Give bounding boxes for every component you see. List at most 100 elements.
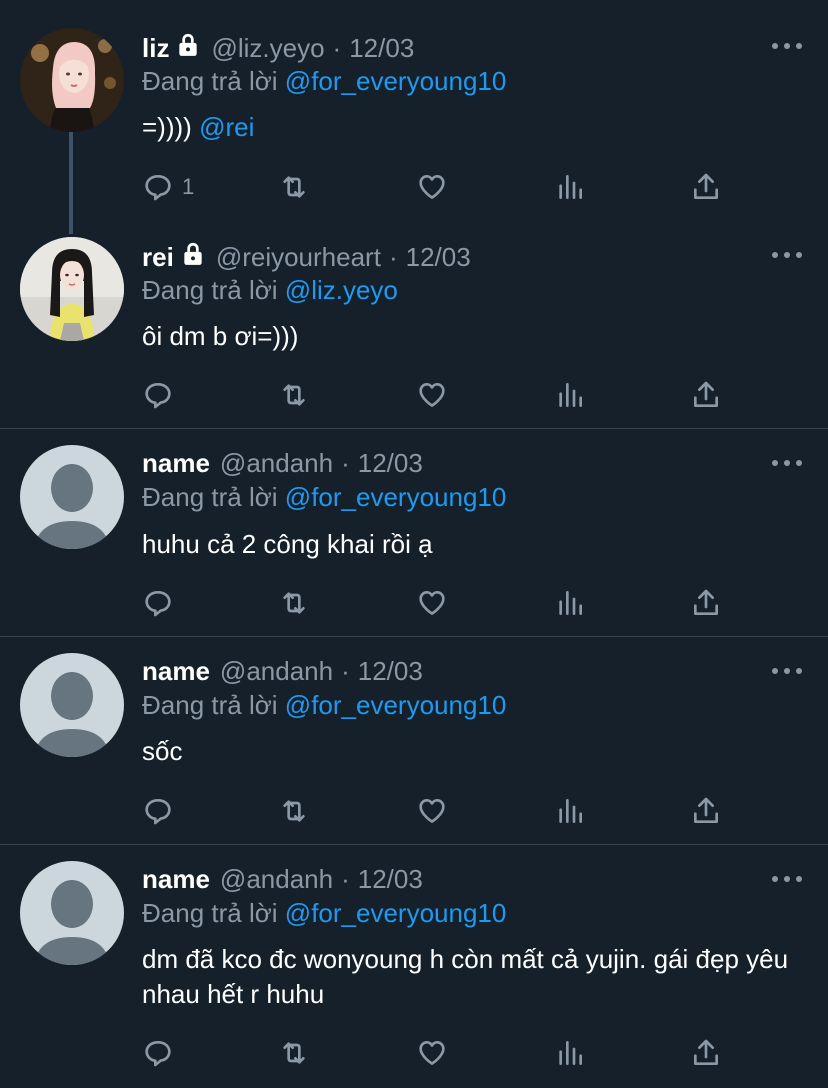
like-icon [419, 383, 445, 407]
retweet-icon [283, 592, 305, 614]
share-icon [694, 381, 718, 407]
views-button[interactable] [554, 378, 586, 412]
display-name[interactable]: name [142, 448, 210, 479]
default-avatar[interactable] [20, 861, 124, 965]
divider [0, 428, 828, 429]
views-button[interactable] [554, 794, 586, 828]
reply-icon [145, 383, 171, 409]
share-button[interactable] [690, 378, 722, 412]
tweet-text: huhu cả 2 công khai rồi ạ [142, 529, 433, 559]
views-button[interactable] [554, 1036, 586, 1070]
separator-dot: · [341, 863, 350, 894]
share-button[interactable] [690, 170, 722, 204]
default-avatar[interactable] [20, 445, 124, 549]
retweet-button[interactable] [278, 1036, 310, 1070]
retweet-icon [283, 800, 305, 822]
tweet-date[interactable]: 12/03 [358, 448, 423, 479]
separator-dot: · [332, 32, 342, 63]
tweet-date[interactable]: 12/03 [406, 242, 471, 273]
like-button[interactable] [416, 794, 448, 828]
reply-context: Đang trả lời @for_everyoung10 [142, 690, 506, 721]
reply-button[interactable] [142, 1036, 174, 1070]
more-icon[interactable] [772, 458, 802, 468]
like-icon [419, 1041, 445, 1065]
separator-dot: · [341, 447, 350, 478]
tweet-header: liz @liz.yeyo · 12/03 [142, 31, 414, 65]
like-button[interactable] [416, 170, 448, 204]
reply-prefix: Đang trả lời [142, 690, 278, 720]
share-icon [694, 1039, 718, 1065]
reply-context: Đang trả lời @for_everyoung10 [142, 482, 506, 513]
retweet-button[interactable] [278, 170, 310, 204]
tweet-header: name @andanh · 12/03 [142, 446, 423, 480]
views-icon [559, 383, 582, 407]
reply-button[interactable]: 1 [142, 170, 194, 204]
like-icon [419, 175, 445, 199]
reply-mention[interactable]: @for_everyoung10 [285, 898, 507, 928]
user-handle[interactable]: @andanh [220, 656, 333, 687]
display-name[interactable]: name [142, 656, 210, 687]
reply-icon [145, 591, 171, 617]
separator-dot: · [388, 241, 398, 272]
tweet-date[interactable]: 12/03 [358, 864, 423, 895]
more-icon[interactable] [772, 874, 802, 884]
like-button[interactable] [416, 378, 448, 412]
more-icon[interactable] [772, 666, 802, 676]
tweet-header: name @andanh · 12/03 [142, 862, 423, 896]
reply-icon [145, 175, 171, 201]
default-avatar[interactable] [20, 653, 124, 757]
more-icon[interactable] [772, 41, 802, 51]
reply-button[interactable] [142, 586, 174, 620]
user-handle[interactable]: @reiyourheart [216, 242, 381, 273]
reply-count: 1 [182, 174, 195, 199]
display-name[interactable]: liz [142, 33, 169, 64]
reply-context: Đang trả lời @for_everyoung10 [142, 898, 506, 929]
tweet-date[interactable]: 12/03 [349, 33, 414, 64]
tweet-text: dm đã kco đc wonyoung h còn mất cả yujin… [142, 944, 789, 1009]
divider [0, 636, 828, 637]
share-button[interactable] [690, 794, 722, 828]
reply-prefix: Đang trả lời [142, 66, 278, 96]
display-name[interactable]: name [142, 864, 210, 895]
share-button[interactable] [690, 1036, 722, 1070]
views-icon [559, 799, 582, 823]
user-handle[interactable]: @andanh [220, 448, 333, 479]
reply-button[interactable] [142, 794, 174, 828]
tweet-text-body: =)))) [142, 112, 192, 142]
views-icon [559, 175, 582, 199]
more-icon[interactable] [772, 250, 802, 260]
reply-button[interactable] [142, 378, 174, 412]
like-icon [419, 591, 445, 615]
avatar-rei[interactable] [20, 237, 124, 341]
retweet-button[interactable] [278, 794, 310, 828]
lock-icon [180, 241, 206, 274]
lock-icon [175, 32, 201, 65]
tweet-text: ôi dm b ơi=))) [142, 321, 299, 351]
like-button[interactable] [416, 586, 448, 620]
text-mention[interactable]: @rei [199, 112, 254, 142]
user-handle[interactable]: @liz.yeyo [211, 33, 324, 64]
tweet-header: rei @reiyourheart · 12/03 [142, 240, 471, 274]
like-button[interactable] [416, 1036, 448, 1070]
reply-mention[interactable]: @for_everyoung10 [285, 690, 507, 720]
retweet-button[interactable] [278, 378, 310, 412]
tweet-text: sốc [142, 736, 183, 766]
share-button[interactable] [690, 586, 722, 620]
views-button[interactable] [554, 586, 586, 620]
share-icon [694, 173, 718, 199]
reply-icon [145, 1041, 171, 1067]
retweet-icon [283, 176, 305, 198]
retweet-icon [283, 1042, 305, 1064]
avatar-liz[interactable] [20, 28, 124, 132]
separator-dot: · [341, 655, 350, 686]
views-button[interactable] [554, 170, 586, 204]
display-name[interactable]: rei [142, 242, 174, 273]
reply-mention[interactable]: @for_everyoung10 [285, 66, 507, 96]
user-handle[interactable]: @andanh [220, 864, 333, 895]
tweet-date[interactable]: 12/03 [358, 656, 423, 687]
views-icon [559, 1041, 582, 1065]
reply-mention[interactable]: @for_everyoung10 [285, 482, 507, 512]
retweet-button[interactable] [278, 586, 310, 620]
reply-context: Đang trả lời @for_everyoung10 [142, 66, 506, 97]
reply-mention[interactable]: @liz.yeyo [285, 275, 398, 305]
